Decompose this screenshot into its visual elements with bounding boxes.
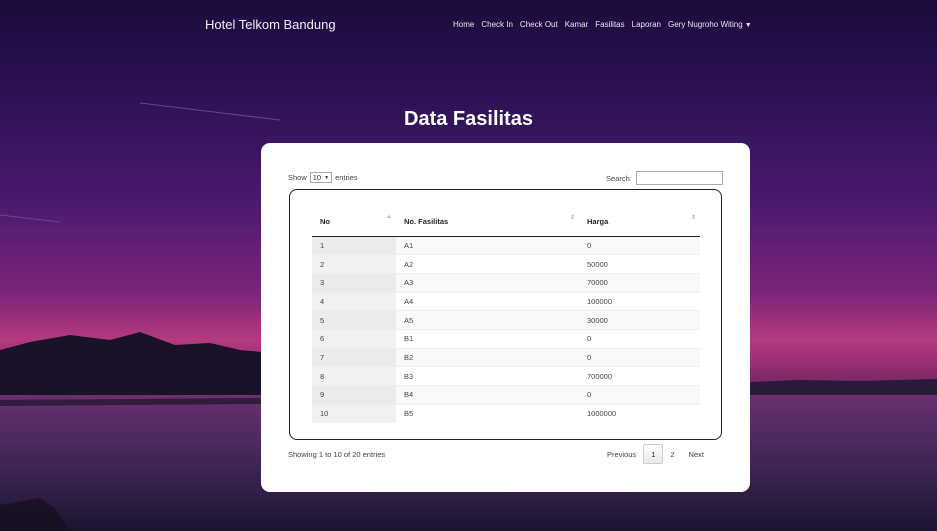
table-row: 7 B2 0 — [312, 347, 700, 367]
cell-no-fasilitas: B3 — [396, 366, 579, 386]
table-row: 4 A4 100000 — [312, 291, 700, 311]
cell-harga: 0 — [579, 328, 700, 349]
entries-length-control: Show 10 ▼ entries — [288, 172, 358, 183]
cell-no: 9 — [312, 385, 396, 405]
cell-harga: 0 — [579, 347, 700, 367]
entries-select[interactable]: 10 ▼ — [309, 172, 333, 183]
nav-check-out[interactable]: Check Out — [520, 20, 558, 29]
table-header-row: No ▲ No. Fasilitas ⇕ Harga ⇕ — [312, 208, 700, 237]
cell-no-fasilitas: B4 — [396, 385, 579, 405]
table-row: 5 A5 30000 — [312, 310, 700, 330]
cell-no: 10 — [312, 403, 396, 423]
cell-no: 4 — [312, 291, 396, 311]
user-menu[interactable]: Gery Nugroho Witing ▼ — [668, 20, 752, 29]
cell-harga: 100000 — [579, 291, 700, 311]
cell-harga: 1000000 — [579, 403, 700, 423]
cell-harga: 700000 — [579, 366, 700, 386]
caret-down-icon: ▼ — [324, 174, 330, 181]
pagination-page-2[interactable]: 2 — [663, 444, 681, 464]
cell-no: 5 — [312, 310, 396, 330]
nav-home[interactable]: Home — [453, 20, 474, 29]
navbar: Hotel Telkom Bandung Home Check In Check… — [0, 0, 937, 48]
user-name: Gery Nugroho Witing — [667, 20, 743, 29]
pagination-previous[interactable]: Previous — [600, 444, 643, 464]
cell-no-fasilitas: A1 — [396, 235, 579, 255]
cell-no-fasilitas: A5 — [396, 310, 579, 330]
cell-no-fasilitas: B5 — [396, 403, 579, 423]
cell-harga: 70000 — [579, 272, 700, 293]
entries-value: 10 — [312, 172, 322, 182]
table-info: Showing 1 to 10 of 20 entries — [288, 450, 386, 459]
cell-no: 8 — [312, 366, 396, 386]
sort-arrows-icon: ⇕ — [690, 215, 696, 221]
brand-link[interactable]: Hotel Telkom Bandung — [205, 17, 336, 32]
entries-label: entries — [335, 173, 358, 182]
table-row: 8 B3 700000 — [312, 366, 700, 386]
column-header-no[interactable]: No ▲ — [312, 208, 396, 237]
show-label: Show — [288, 173, 307, 182]
cell-no-fasilitas: B1 — [396, 328, 579, 349]
column-header-harga[interactable]: Harga ⇕ — [579, 208, 700, 237]
nav-laporan[interactable]: Laporan — [632, 20, 661, 29]
cell-no-fasilitas: A4 — [396, 291, 579, 311]
pagination-page-1[interactable]: 1 — [643, 444, 664, 464]
cell-no-fasilitas: A3 — [396, 272, 579, 293]
column-header-no-fasilitas[interactable]: No. Fasilitas ⇕ — [396, 208, 579, 237]
nav-fasilitas[interactable]: Fasilitas — [595, 20, 624, 29]
table-row: 9 B4 0 — [312, 385, 700, 405]
table-row: 1 A1 0 — [312, 235, 700, 255]
page-title: Data Fasilitas — [404, 108, 533, 130]
sort-arrows-icon: ⇕ — [569, 215, 575, 221]
nav-check-in[interactable]: Check In — [481, 20, 513, 29]
search-control: Search: — [606, 171, 723, 185]
cell-no: 2 — [312, 254, 396, 274]
cell-harga: 0 — [579, 385, 700, 405]
cell-no-fasilitas: B2 — [396, 347, 579, 367]
nav-kamar[interactable]: Kamar — [565, 20, 589, 29]
datatable-card: Show 10 ▼ entries Search: No ▲ No. Fasilit… — [261, 143, 750, 492]
table-row: 6 B1 0 — [312, 328, 700, 349]
search-input[interactable] — [635, 171, 723, 185]
cell-no: 6 — [312, 328, 396, 349]
cell-no-fasilitas: A2 — [396, 254, 579, 274]
cell-harga: 30000 — [579, 310, 700, 330]
table-frame: No ▲ No. Fasilitas ⇕ Harga ⇕ 1 A1 0 2 A2 50000 … — [289, 189, 722, 440]
pagination: Previous 1 2 Next — [600, 444, 711, 464]
sort-asc-icon: ▲ — [386, 214, 392, 220]
cell-no: 1 — [312, 235, 396, 255]
cell-harga: 50000 — [579, 254, 700, 274]
cell-no: 7 — [312, 347, 396, 367]
fasilitas-table: No ▲ No. Fasilitas ⇕ Harga ⇕ 1 A1 0 2 A2 50000 … — [312, 208, 700, 423]
table-row: 3 A3 70000 — [312, 272, 700, 293]
cell-no: 3 — [312, 272, 396, 293]
pagination-next[interactable]: Next — [682, 444, 711, 464]
caret-down-icon: ▼ — [744, 22, 752, 29]
table-row: 2 A2 50000 — [312, 254, 700, 274]
nav-menu: Home Check In Check Out Kamar Fasilitas … — [453, 20, 752, 29]
cell-harga: 0 — [579, 235, 700, 255]
table-row: 10 B5 1000000 — [312, 403, 700, 423]
search-label: Search: — [606, 173, 632, 183]
